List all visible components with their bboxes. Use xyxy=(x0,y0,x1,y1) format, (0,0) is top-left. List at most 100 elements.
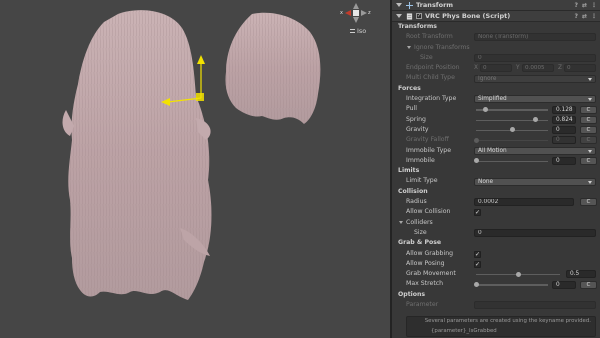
pull-row: Pull 0.128 C xyxy=(392,104,600,114)
colliders-label: Colliders xyxy=(406,218,433,226)
gravity-label: Gravity xyxy=(406,125,429,133)
parameter-label: Parameter xyxy=(406,301,439,309)
allow-posing-checkbox[interactable]: ✓ xyxy=(474,260,481,268)
parameter-field[interactable] xyxy=(474,301,596,310)
gravity-falloff-slider-knob[interactable] xyxy=(473,137,479,143)
allow-posing-row: Allow Posing ✓ xyxy=(392,259,600,269)
hair-model-long[interactable] xyxy=(0,0,390,338)
spring-curve-button[interactable]: C xyxy=(580,115,597,124)
spring-value-field[interactable]: 0.824 xyxy=(552,115,576,124)
transform-icon xyxy=(406,1,413,9)
collapse-arrow-icon[interactable] xyxy=(396,3,402,7)
collapse-arrow-icon[interactable] xyxy=(396,14,402,18)
foldout-arrow-icon[interactable] xyxy=(407,46,411,50)
orientation-gizmo-icon[interactable]: x z xyxy=(339,1,373,25)
colliders-size-row: Size 0 xyxy=(392,228,600,238)
spring-slider-knob[interactable] xyxy=(532,117,538,123)
pull-slider-knob[interactable] xyxy=(482,106,488,112)
immobile-type-dropdown[interactable]: All Motion xyxy=(474,146,596,155)
allow-grabbing-checkbox[interactable]: ✓ xyxy=(474,250,481,258)
radius-curve-button[interactable]: C xyxy=(580,198,597,207)
ignore-size-field[interactable]: 0 xyxy=(474,54,596,63)
immobile-type-row: Immobile Type All Motion xyxy=(392,146,600,156)
gravity-row: Gravity 0 C xyxy=(392,125,600,135)
help-icon[interactable]: ? xyxy=(574,13,577,20)
section-grab-pose: Grab & Pose xyxy=(392,238,600,248)
allow-posing-label: Allow Posing xyxy=(406,259,445,267)
section-options: Options xyxy=(392,290,600,300)
section-collision: Collision xyxy=(392,187,600,197)
ignore-transforms-label: Ignore Transforms xyxy=(414,43,470,51)
ignore-transforms-row[interactable]: Ignore Transforms xyxy=(392,43,600,53)
gravity-falloff-slider-track[interactable] xyxy=(476,140,548,142)
grab-movement-value-field[interactable]: 0.5 xyxy=(566,270,596,279)
parameter-help-box: Several parameters are created using the… xyxy=(406,316,596,337)
limit-type-dropdown[interactable]: None xyxy=(474,177,596,186)
grab-movement-row: Grab Movement 0.5 xyxy=(392,269,600,279)
gravity-falloff-label: Gravity Falloff xyxy=(406,136,449,144)
pull-value-field[interactable]: 0.128 xyxy=(552,105,576,114)
menu-icon[interactable]: ⋮ xyxy=(591,13,597,20)
transform-component-header[interactable]: Transform ? ⇄ ⋮ xyxy=(392,0,600,11)
gravity-slider-knob[interactable] xyxy=(509,127,515,133)
endpoint-y-field[interactable]: 0.0005 xyxy=(522,64,554,73)
gravity-falloff-curve-button[interactable]: C xyxy=(580,136,597,145)
immobile-slider-track[interactable] xyxy=(476,160,548,163)
dropdown-value: None xyxy=(478,178,494,185)
component-enabled-checkbox[interactable]: ✓ xyxy=(416,13,422,19)
endpoint-z-field[interactable]: 0 xyxy=(564,64,596,73)
scene-view[interactable]: x z Iso xyxy=(0,0,390,338)
physbone-component-header[interactable]: ✓ VRC Phys Bone (Script) ? ⇄ ⋮ xyxy=(392,11,600,22)
immobile-slider-knob[interactable] xyxy=(473,158,479,164)
max-stretch-curve-button[interactable]: C xyxy=(580,280,597,289)
menu-icon[interactable]: ⋮ xyxy=(591,2,597,9)
max-stretch-value-field[interactable]: 0 xyxy=(552,280,576,289)
radius-label: Radius xyxy=(406,198,427,206)
view-mode-label[interactable]: Iso xyxy=(350,27,366,35)
max-stretch-slider-knob[interactable] xyxy=(473,281,479,287)
immobile-value-field[interactable]: 0 xyxy=(552,157,576,166)
dropdown-value: All Motion xyxy=(478,147,507,154)
section-title: Grab & Pose xyxy=(398,239,442,247)
root-transform-label: Root Transform xyxy=(406,33,453,41)
chevron-down-icon xyxy=(588,180,592,184)
allow-grabbing-label: Allow Grabbing xyxy=(406,249,454,257)
endpoint-position-label: Endpoint Position xyxy=(406,64,460,72)
gravity-value-field[interactable]: 0 xyxy=(552,126,576,135)
endpoint-z-label: Z xyxy=(558,65,562,72)
section-forces: Forces xyxy=(392,84,600,94)
view-mode-text: Iso xyxy=(357,27,367,35)
pull-label: Pull xyxy=(406,105,417,113)
foldout-arrow-icon[interactable] xyxy=(399,221,403,225)
root-transform-row: Root Transform None (Transform) xyxy=(392,32,600,42)
help-icon[interactable]: ? xyxy=(574,2,577,9)
preset-icon[interactable]: ⇄ xyxy=(582,13,587,20)
immobile-curve-button[interactable]: C xyxy=(580,157,597,166)
preset-icon[interactable]: ⇄ xyxy=(582,2,587,9)
grab-movement-slider-knob[interactable] xyxy=(515,271,521,277)
multi-child-type-row: Multi Child Type Ignore xyxy=(392,73,600,83)
root-transform-field[interactable]: None (Transform) xyxy=(474,33,596,42)
allow-collision-checkbox[interactable]: ✓ xyxy=(474,209,481,217)
multi-child-type-dropdown[interactable]: Ignore xyxy=(474,74,596,83)
colliders-row[interactable]: Colliders xyxy=(392,218,600,228)
chevron-down-icon xyxy=(588,98,592,102)
immobile-row: Immobile 0 C xyxy=(392,156,600,166)
section-title: Collision xyxy=(398,187,428,195)
size-label: Size xyxy=(420,53,433,61)
endpoint-x-field[interactable]: 0 xyxy=(480,64,512,73)
radius-field[interactable]: 0.0002 xyxy=(474,198,574,207)
immobile-label: Immobile xyxy=(406,156,435,164)
max-stretch-slider-track[interactable] xyxy=(476,284,548,286)
transform-title: Transform xyxy=(416,1,454,9)
integration-type-dropdown[interactable]: Simplified xyxy=(474,95,596,104)
allow-grabbing-row: Allow Grabbing ✓ xyxy=(392,249,600,259)
colliders-size-field[interactable]: 0 xyxy=(474,229,596,238)
pull-curve-button[interactable]: C xyxy=(580,105,597,114)
section-limits: Limits xyxy=(392,166,600,176)
immobile-type-label: Immobile Type xyxy=(406,146,452,154)
limit-type-label: Limit Type xyxy=(406,177,438,185)
gravity-falloff-value-field[interactable]: 0 xyxy=(552,136,576,145)
help-line-2: {parameter}_IsGrabbed xyxy=(431,328,497,334)
gravity-curve-button[interactable]: C xyxy=(580,126,597,135)
